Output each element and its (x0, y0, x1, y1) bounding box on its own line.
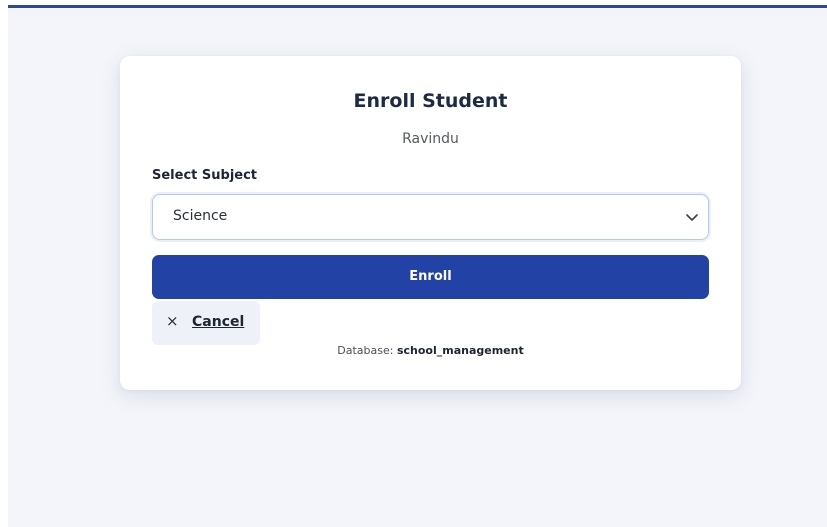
card-title: Enroll Student (353, 90, 508, 112)
subject-label: Select Subject (152, 168, 258, 183)
enroll-button[interactable]: Enroll (152, 255, 709, 299)
enroll-card: Enroll Student Ravindu Select Subject Sc… (120, 56, 741, 390)
cancel-label: Cancel (192, 314, 245, 330)
database-prefix: Database: (337, 344, 394, 357)
selected-subject: Science (173, 208, 228, 224)
chevron-down-icon (682, 207, 702, 227)
cancel-button[interactable]: × Cancel (152, 301, 260, 345)
close-icon: × (166, 312, 179, 330)
subject-select[interactable]: Science (152, 194, 709, 240)
database-info: Database: school_management (120, 344, 741, 357)
student-name: Ravindu (402, 131, 459, 147)
app-screen: Enroll Student Ravindu Select Subject Sc… (0, 0, 827, 527)
top-accent-bar (8, 5, 827, 8)
database-name: school_management (396, 344, 524, 357)
